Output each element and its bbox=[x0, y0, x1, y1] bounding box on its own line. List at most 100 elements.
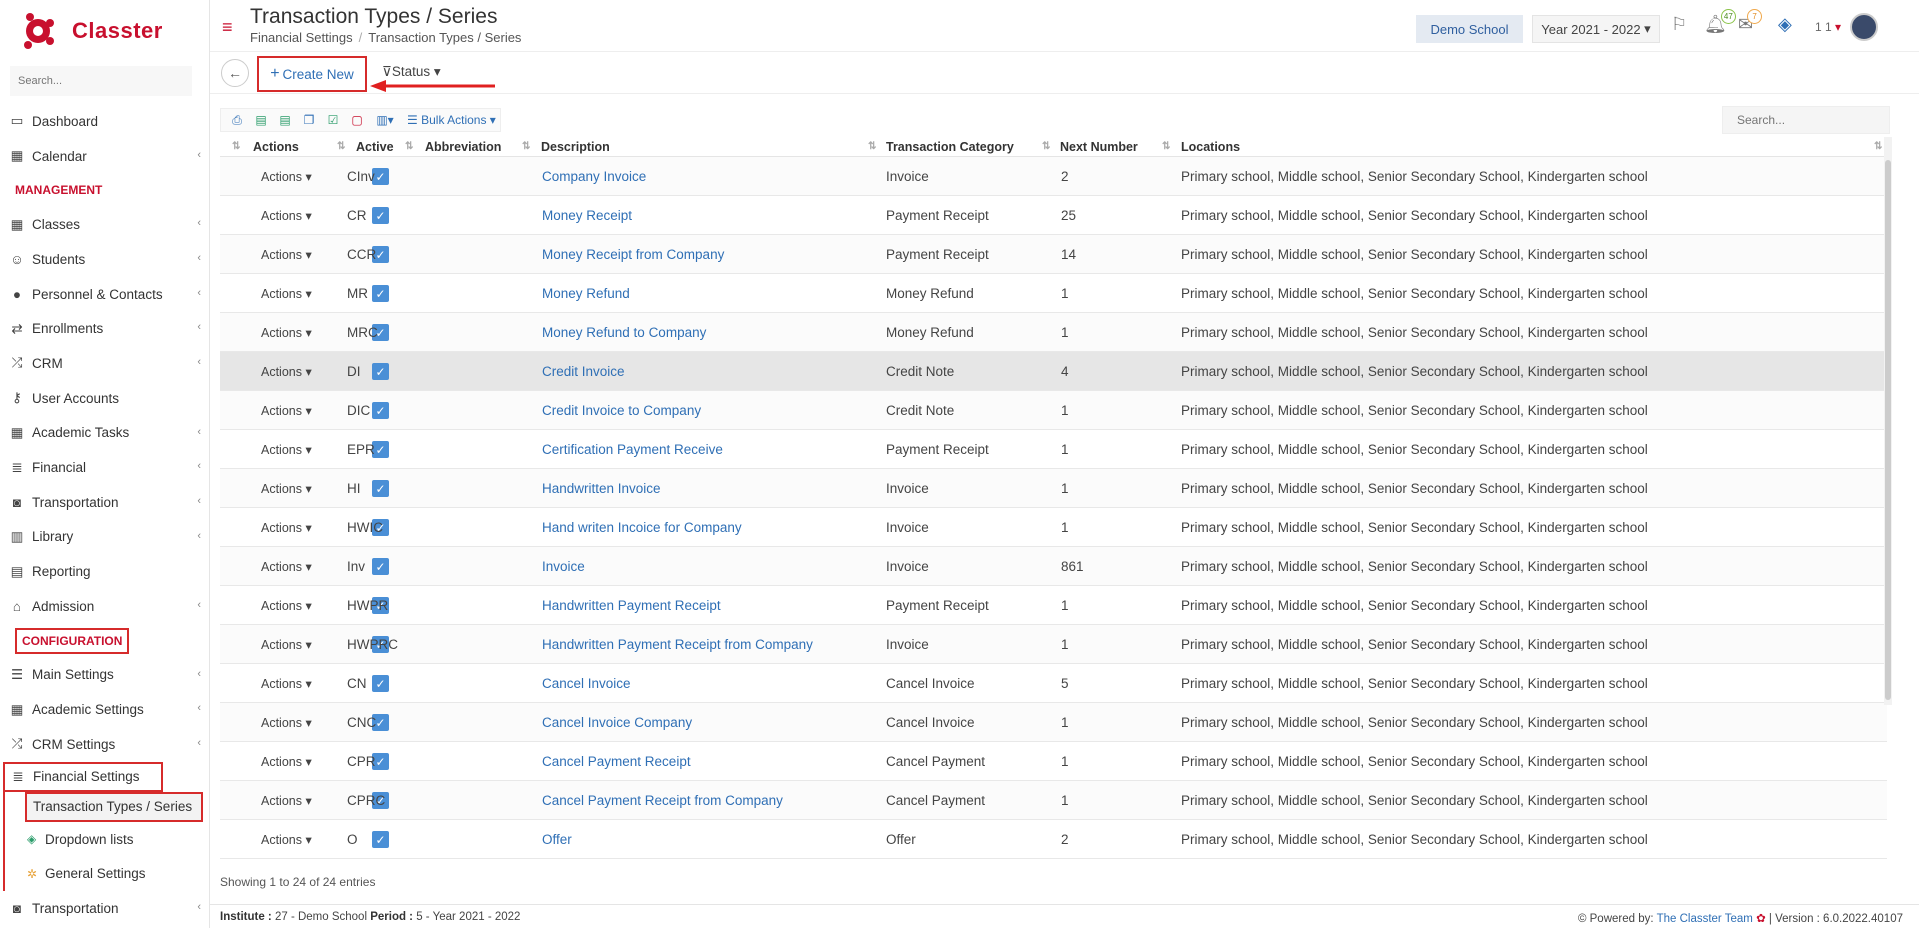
sidebar-item-dashboard[interactable]: ▭ Dashboard bbox=[0, 104, 209, 139]
active-checkbox[interactable]: ✓ bbox=[372, 558, 389, 575]
row-actions-dropdown[interactable]: Actions ▾ bbox=[261, 442, 312, 457]
column-header-abbreviation[interactable]: Abbreviation bbox=[425, 140, 501, 154]
layers-icon[interactable]: ◈ bbox=[1778, 14, 1792, 35]
copy-icon[interactable]: ❐ bbox=[297, 113, 321, 127]
table-row[interactable]: Actions ▾ ✓ O Offer Offer 2 Primary school, Mi… bbox=[220, 820, 1887, 859]
create-new-button[interactable]: + Create New bbox=[257, 56, 367, 92]
table-row[interactable]: Actions ▾ ✓ CPR Cancel Payment Receipt Cance… bbox=[220, 742, 1887, 781]
active-checkbox[interactable]: ✓ bbox=[372, 285, 389, 302]
sidebar-item-user-accounts[interactable]: ⚷ User Accounts bbox=[0, 381, 209, 416]
sidebar-item-financial-settings[interactable]: ≣ Financial Settings bbox=[3, 761, 163, 792]
row-actions-dropdown[interactable]: Actions ▾ bbox=[261, 169, 312, 184]
select-all-icon[interactable]: ☑ bbox=[321, 113, 345, 127]
row-actions-dropdown[interactable]: Actions ▾ bbox=[261, 637, 312, 652]
column-header-transaction-category[interactable]: Transaction Category bbox=[886, 140, 1014, 154]
menu-toggle-icon[interactable]: ≡ bbox=[222, 17, 233, 38]
table-row[interactable]: Actions ▾ ✓ CR Money Receipt Payment Receipt… bbox=[220, 196, 1887, 235]
description-link[interactable]: Certification Payment Receive bbox=[542, 442, 723, 457]
description-link[interactable]: Money Refund bbox=[542, 286, 630, 301]
bulk-actions-button[interactable]: ☰ Bulk Actions ▾ bbox=[407, 113, 496, 127]
description-link[interactable]: Offer bbox=[542, 832, 572, 847]
table-row[interactable]: Actions ▾ ✓ CCR Money Receipt from Company P… bbox=[220, 235, 1887, 274]
row-actions-dropdown[interactable]: Actions ▾ bbox=[261, 403, 312, 418]
scrollbar-thumb[interactable] bbox=[1885, 160, 1891, 700]
sort-icon[interactable]: ⇅ bbox=[1042, 141, 1050, 152]
sort-icon[interactable]: ⇅ bbox=[868, 141, 876, 152]
active-checkbox[interactable]: ✓ bbox=[372, 480, 389, 497]
sort-icon[interactable]: ⇅ bbox=[522, 141, 530, 152]
back-button[interactable]: ← bbox=[221, 59, 249, 87]
description-link[interactable]: Money Receipt from Company bbox=[542, 247, 724, 262]
table-row[interactable]: Actions ▾ ✓ HI Handwritten Invoice Invoice 1 P… bbox=[220, 469, 1887, 508]
table-row[interactable]: Actions ▾ ✓ HWIC Hand writen Incoice for Co… bbox=[220, 508, 1887, 547]
row-actions-dropdown[interactable]: Actions ▾ bbox=[261, 754, 312, 769]
table-row[interactable]: Actions ▾ ✓ EPR Certification Payment Recei… bbox=[220, 430, 1887, 469]
column-header-actions[interactable]: Actions bbox=[253, 140, 299, 154]
table-row[interactable]: Actions ▾ ✓ CPRC Cancel Payment Receipt fro… bbox=[220, 781, 1887, 820]
avatar[interactable] bbox=[1850, 13, 1878, 41]
row-actions-dropdown[interactable]: Actions ▾ bbox=[261, 481, 312, 496]
print-icon[interactable]: ⎙ bbox=[225, 113, 249, 128]
description-link[interactable]: Cancel Payment Receipt bbox=[542, 754, 691, 769]
table-row[interactable]: Actions ▾ ✓ MR Money Refund Money Refund 1 Pri… bbox=[220, 274, 1887, 313]
sidebar-item-personnel[interactable]: ● Personnel & Contacts ‹ bbox=[0, 277, 209, 312]
description-link[interactable]: Money Receipt bbox=[542, 208, 632, 223]
sort-icon[interactable]: ⇅ bbox=[232, 141, 240, 152]
table-row[interactable]: Actions ▾ ✓ DIC Credit Invoice to Company Cr… bbox=[220, 391, 1887, 430]
sort-icon[interactable]: ⇅ bbox=[1162, 141, 1170, 152]
submenu-item-general-settings[interactable]: ✲ General Settings bbox=[5, 856, 209, 891]
sort-icon[interactable]: ⇅ bbox=[337, 141, 345, 152]
powered-link[interactable]: The Classter Team bbox=[1657, 913, 1753, 925]
description-link[interactable]: Handwritten Payment Receipt from Company bbox=[542, 637, 813, 652]
row-actions-dropdown[interactable]: Actions ▾ bbox=[261, 559, 312, 574]
school-selector[interactable]: Demo School bbox=[1416, 15, 1523, 43]
excel-icon[interactable]: ▤ bbox=[273, 113, 297, 127]
table-row[interactable]: Actions ▾ ✓ Inv Invoice Invoice 861 Primary sc… bbox=[220, 547, 1887, 586]
breadcrumb-item[interactable]: Financial Settings bbox=[250, 30, 353, 45]
sidebar-item-students[interactable]: ☺ Students ‹ bbox=[0, 242, 209, 277]
row-actions-dropdown[interactable]: Actions ▾ bbox=[261, 247, 312, 262]
column-header-next-number[interactable]: Next Number bbox=[1060, 140, 1138, 154]
description-link[interactable]: Invoice bbox=[542, 559, 585, 574]
sidebar-search-input[interactable] bbox=[10, 66, 192, 96]
row-actions-dropdown[interactable]: Actions ▾ bbox=[261, 793, 312, 808]
deselect-icon[interactable]: ▢ bbox=[345, 113, 369, 127]
table-row[interactable]: Actions ▾ ✓ DI Credit Invoice Credit Note 4 Pr… bbox=[220, 352, 1887, 391]
active-checkbox[interactable]: ✓ bbox=[372, 207, 389, 224]
table-row[interactable]: Actions ▾ ✓ HWPRC Handwritten Payment Recei… bbox=[220, 625, 1887, 664]
row-actions-dropdown[interactable]: Actions ▾ bbox=[261, 832, 312, 847]
row-actions-dropdown[interactable]: Actions ▾ bbox=[261, 364, 312, 379]
description-link[interactable]: Hand writen Incoice for Company bbox=[542, 520, 742, 535]
sidebar-item-academic-tasks[interactable]: ▦ Academic Tasks ‹ bbox=[0, 416, 209, 451]
user-label[interactable]: 1 1 ▾ bbox=[1815, 20, 1841, 34]
sidebar-item-main-settings[interactable]: ☰ Main Settings ‹ bbox=[0, 658, 209, 693]
active-checkbox[interactable]: ✓ bbox=[372, 363, 389, 380]
row-actions-dropdown[interactable]: Actions ▾ bbox=[261, 715, 312, 730]
sidebar-item-financial[interactable]: ≣ Financial ‹ bbox=[0, 450, 209, 485]
sidebar-item-classes[interactable]: ▦ Classes ‹ bbox=[0, 207, 209, 242]
description-link[interactable]: Cancel Payment Receipt from Company bbox=[542, 793, 783, 808]
active-checkbox[interactable]: ✓ bbox=[372, 402, 389, 419]
submenu-item-dropdown-lists[interactable]: ◈ Dropdown lists bbox=[5, 822, 209, 857]
status-filter-button[interactable]: ⊽Status ▾ bbox=[382, 64, 441, 80]
description-link[interactable]: Company Invoice bbox=[542, 169, 646, 184]
sidebar-item-academic-settings[interactable]: ▦ Academic Settings ‹ bbox=[0, 692, 209, 727]
row-actions-dropdown[interactable]: Actions ▾ bbox=[261, 676, 312, 691]
sidebar-item-transportation[interactable]: ◙ Transportation ‹ bbox=[0, 485, 209, 520]
sidebar-item-reporting[interactable]: ▤ Reporting bbox=[0, 554, 209, 589]
envelope-icon[interactable]: ✉ 7 bbox=[1738, 9, 1763, 35]
sidebar-item-admission[interactable]: ⌂ Admission ‹ bbox=[0, 589, 209, 624]
table-row[interactable]: Actions ▾ ✓ CN Cancel Invoice Cancel Invoice… bbox=[220, 664, 1887, 703]
sort-icon[interactable]: ⇅ bbox=[405, 141, 413, 152]
column-header-active[interactable]: Active bbox=[356, 140, 394, 154]
column-header-description[interactable]: Description bbox=[541, 140, 610, 154]
row-actions-dropdown[interactable]: Actions ▾ bbox=[261, 286, 312, 301]
description-link[interactable]: Money Refund to Company bbox=[542, 325, 706, 340]
row-actions-dropdown[interactable]: Actions ▾ bbox=[261, 208, 312, 223]
sidebar-item-crm-settings[interactable]: ⤮ CRM Settings ‹ bbox=[0, 727, 209, 762]
table-row[interactable]: Actions ▾ ✓ MRC Money Refund to Company Mone… bbox=[220, 313, 1887, 352]
grid-search-input[interactable] bbox=[1722, 106, 1890, 134]
active-checkbox[interactable]: ✓ bbox=[372, 831, 389, 848]
row-actions-dropdown[interactable]: Actions ▾ bbox=[261, 598, 312, 613]
description-link[interactable]: Credit Invoice to Company bbox=[542, 403, 701, 418]
